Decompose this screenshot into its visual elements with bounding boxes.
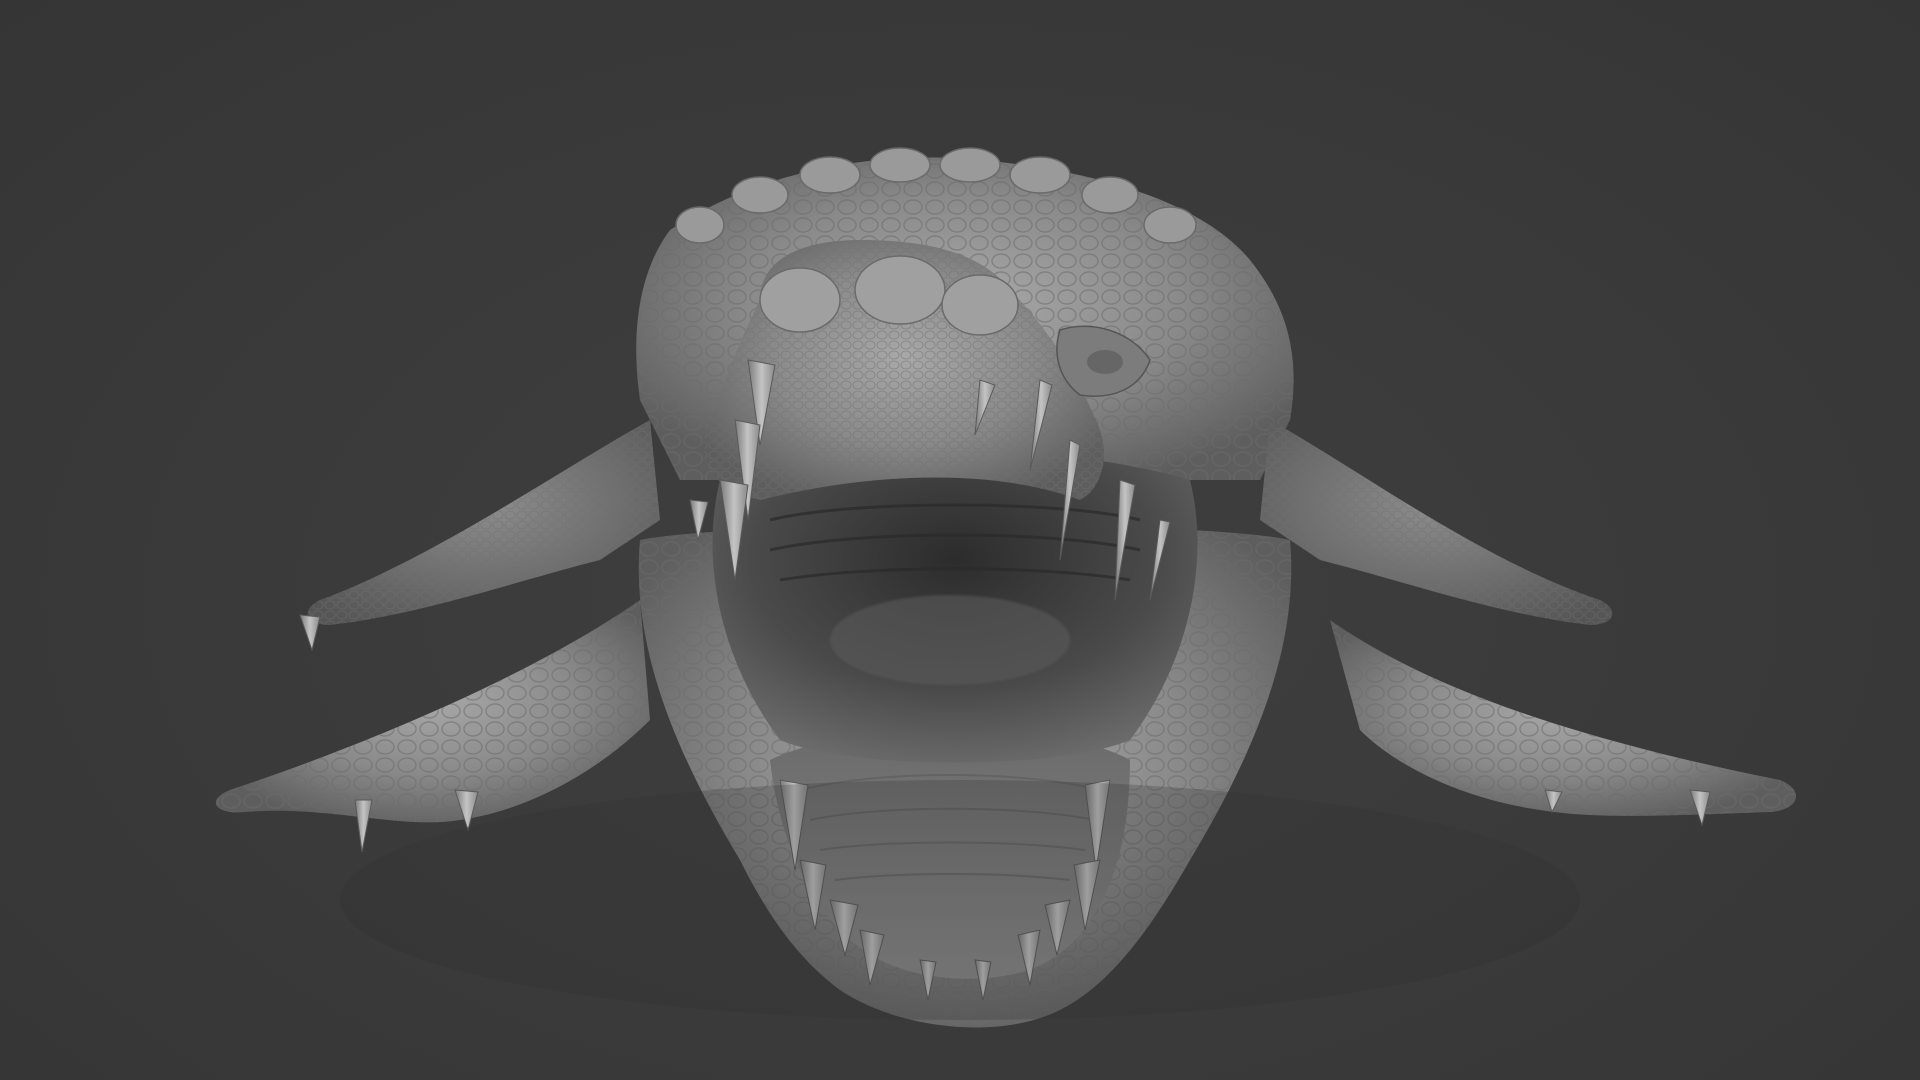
sculpt-render (215, 147, 1797, 1028)
3d-viewport[interactable] (0, 0, 1920, 1080)
left-legs (215, 420, 660, 853)
ground-shadow (340, 780, 1580, 1020)
right-legs (1260, 420, 1797, 827)
